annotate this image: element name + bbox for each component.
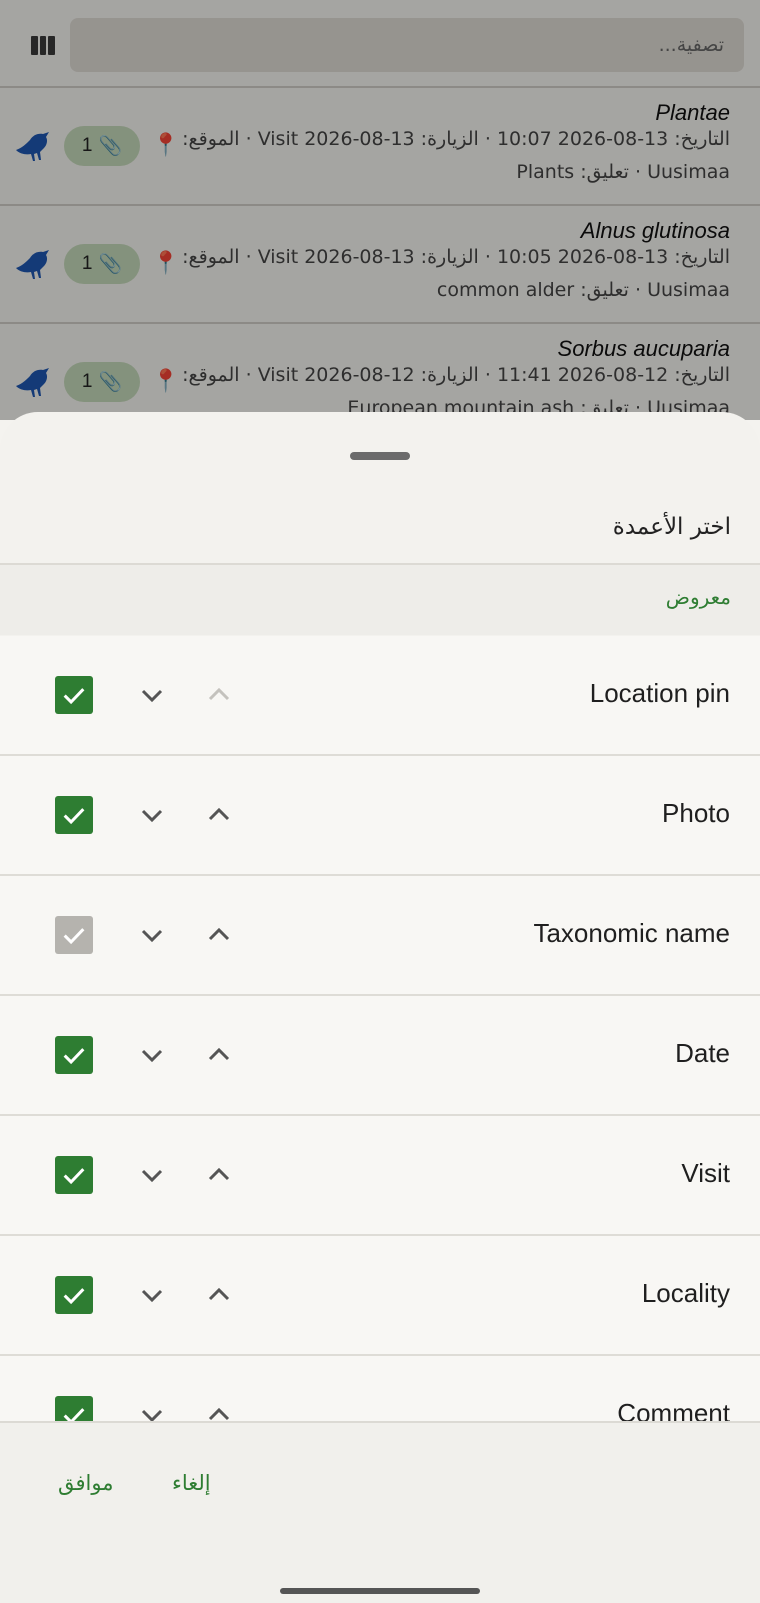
check-icon [63, 1408, 85, 1421]
check-icon [63, 808, 85, 825]
checkbox-checked[interactable] [55, 1036, 93, 1074]
gesture-nav-bar[interactable] [280, 1588, 480, 1594]
checkbox-locked [55, 916, 93, 954]
column-label: Visit [681, 1158, 730, 1188]
sheet-footer: موافق إلغاء [0, 1421, 760, 1603]
checkbox-checked[interactable] [55, 796, 93, 834]
column-label: Date [675, 1038, 730, 1068]
checkbox-checked[interactable] [55, 1276, 93, 1314]
checkbox-checked[interactable] [55, 1396, 93, 1421]
drag-handle[interactable] [350, 452, 410, 460]
section-label: معروض [665, 585, 731, 609]
column-label: Taxonomic name [533, 918, 730, 948]
move-up-icon [208, 687, 230, 701]
check-icon [63, 1048, 85, 1065]
move-up-icon[interactable] [202, 1398, 236, 1421]
columns-list[interactable]: Location pin Photo Taxonomic name Date V… [0, 636, 760, 1421]
move-down-icon[interactable] [135, 918, 169, 952]
column-item-locality: Locality [0, 1236, 760, 1356]
move-up-icon[interactable] [202, 1158, 236, 1192]
move-up-icon[interactable] [202, 918, 236, 952]
sheet-title: اختر الأعمدة [612, 514, 731, 540]
move-down-icon[interactable] [135, 798, 169, 832]
checkbox-checked[interactable] [55, 1156, 93, 1194]
column-label: Location pin [589, 678, 730, 708]
column-item-date: Date [0, 996, 760, 1116]
column-item-location-pin: Location pin [0, 636, 760, 756]
column-label: Photo [662, 798, 730, 828]
column-label: Comment [617, 1398, 730, 1421]
move-up-icon[interactable] [202, 1278, 236, 1312]
checkbox-checked[interactable] [55, 676, 93, 714]
check-icon [63, 688, 85, 705]
column-item-taxonomic-name: Taxonomic name [0, 876, 760, 996]
column-label: Locality [641, 1278, 730, 1308]
ok-button[interactable]: موافق [54, 1465, 117, 1501]
check-icon [63, 928, 85, 945]
check-icon [63, 1168, 85, 1185]
move-down-icon[interactable] [135, 1278, 169, 1312]
section-header: معروض [0, 565, 760, 635]
move-up-icon[interactable] [202, 798, 236, 832]
column-item-visit: Visit [0, 1116, 760, 1236]
column-item-photo: Photo [0, 756, 760, 876]
check-icon [63, 1288, 85, 1305]
move-down-icon[interactable] [135, 1398, 169, 1421]
choose-columns-sheet: اختر الأعمدة معروض Location pin Photo Ta… [0, 412, 760, 1603]
move-down-icon[interactable] [135, 678, 169, 712]
move-down-icon[interactable] [135, 1038, 169, 1072]
move-up-icon[interactable] [202, 1038, 236, 1072]
column-item-comment: Comment [0, 1356, 760, 1421]
move-down-icon[interactable] [135, 1158, 169, 1192]
modal-scrim[interactable] [0, 0, 760, 420]
cancel-button[interactable]: إلغاء [168, 1465, 215, 1501]
